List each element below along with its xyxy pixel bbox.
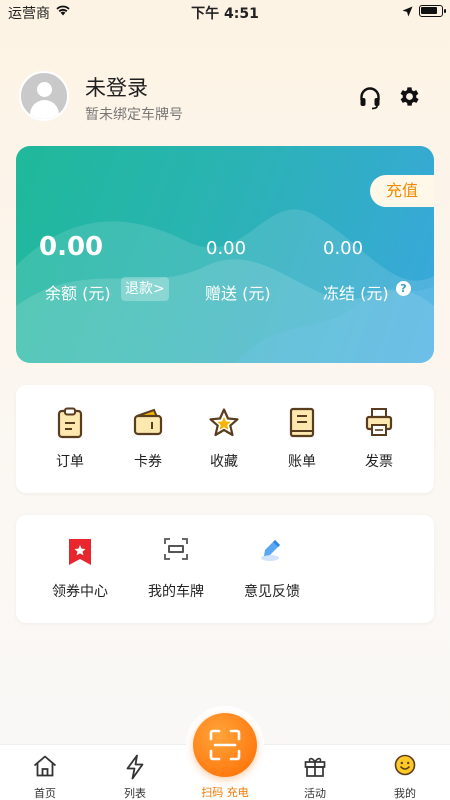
- tab-activity[interactable]: 活动: [270, 745, 360, 800]
- star-icon: [208, 407, 240, 443]
- menu-item-label: 卡券: [134, 454, 162, 470]
- ledger-icon: [288, 407, 316, 443]
- gift-value: 0.00: [206, 238, 247, 259]
- recharge-button[interactable]: 充值: [370, 175, 434, 207]
- menu-item-label: 订单: [56, 454, 84, 470]
- home-icon: [32, 754, 58, 782]
- tab-label: 活动: [304, 787, 326, 800]
- menu-item-label: 意见反馈: [244, 584, 300, 600]
- tab-list[interactable]: 列表: [90, 745, 180, 800]
- clipboard-icon: [55, 407, 85, 443]
- menu-item-label: 收藏: [210, 454, 238, 470]
- menu-item-label: 账单: [288, 454, 316, 470]
- help-icon[interactable]: ?: [396, 281, 411, 296]
- tab-label: 我的: [394, 787, 416, 800]
- location-arrow-icon: [402, 5, 413, 21]
- tab-mine[interactable]: 我的: [360, 745, 450, 800]
- gift-icon: [303, 754, 327, 782]
- battery-icon: [419, 5, 446, 17]
- balance-value: 0.00: [39, 232, 104, 262]
- coupon-wallet-icon: [132, 407, 164, 441]
- menu-item-label: 领券中心: [52, 584, 108, 600]
- scan-charge-button[interactable]: [193, 713, 257, 777]
- balance-label: 余额 (元): [45, 284, 111, 303]
- menu-item-my-plate[interactable]: 我的车牌: [136, 515, 216, 623]
- wallet-card: 充值 0.00 0.00 0.00 余额 (元) 退款> 赠送 (元) 冻结 (…: [16, 146, 434, 363]
- menu-item-label: 发票: [365, 454, 393, 470]
- menu-item-feedback[interactable]: 意见反馈: [232, 515, 312, 623]
- user-name[interactable]: 未登录: [85, 72, 148, 102]
- scan-charge-label[interactable]: 扫码 充电: [180, 784, 270, 800]
- services-card: 领券中心 我的车牌 意见反馈: [16, 515, 434, 623]
- status-bar: 运营商 下午 4:51: [0, 0, 450, 24]
- license-plate-icon: [163, 537, 189, 565]
- orders-card: 订单 卡券 收藏 账单 发票: [16, 385, 434, 493]
- printer-icon: [364, 407, 394, 441]
- gift-label: 赠送 (元): [205, 284, 271, 303]
- frozen-label: 冻结 (元): [323, 284, 389, 303]
- gear-icon[interactable]: [397, 84, 422, 113]
- smiley-icon: [394, 754, 416, 780]
- menu-item-orders[interactable]: 订单: [30, 385, 110, 493]
- feedback-icon: [259, 537, 285, 567]
- menu-item-coupons[interactable]: 卡券: [108, 385, 188, 493]
- headset-icon[interactable]: [358, 86, 382, 114]
- coupon-center-icon: [67, 537, 93, 571]
- scan-icon: [209, 729, 241, 761]
- tab-label: 首页: [34, 787, 56, 800]
- plate-status-text: 暂未绑定车牌号: [85, 107, 183, 123]
- frozen-value: 0.00: [323, 238, 364, 259]
- clock: 下午 4:51: [191, 6, 259, 22]
- menu-item-label: 我的车牌: [148, 584, 204, 600]
- refund-button[interactable]: 退款>: [121, 277, 169, 301]
- menu-item-coupon-center[interactable]: 领券中心: [40, 515, 120, 623]
- menu-item-bills[interactable]: 账单: [262, 385, 342, 493]
- menu-item-favorites[interactable]: 收藏: [184, 385, 264, 493]
- avatar[interactable]: [19, 71, 69, 121]
- tab-label: 列表: [124, 787, 146, 800]
- lightning-icon: [123, 754, 147, 784]
- tab-home[interactable]: 首页: [0, 745, 90, 800]
- menu-item-invoice[interactable]: 发票: [339, 385, 419, 493]
